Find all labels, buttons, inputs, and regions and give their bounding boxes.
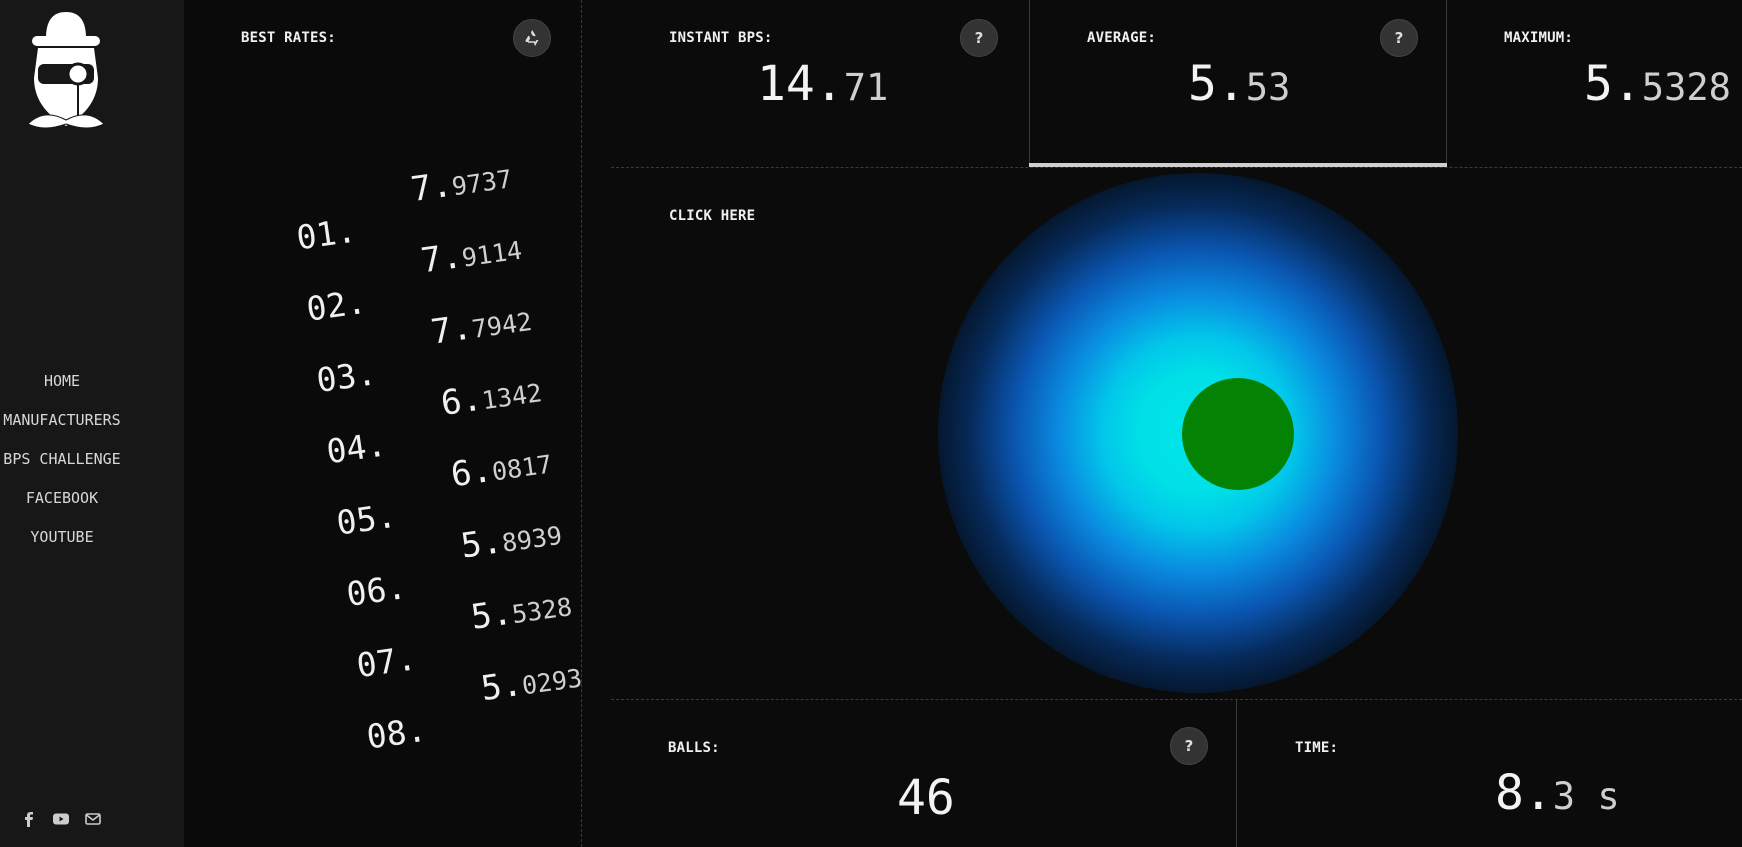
rate-value: 5.0293 [479, 655, 585, 709]
rate-int: 6. [438, 378, 485, 424]
rate-int: 5. [478, 663, 525, 710]
instant-bps-int: 14. [757, 56, 844, 112]
rate-value: 5.5328 [469, 584, 575, 638]
rate-value: 6.1342 [438, 370, 544, 424]
balls-value: 46 [897, 770, 955, 826]
rate-dec: 9737 [450, 164, 514, 202]
rate-dec: 1342 [480, 378, 544, 416]
hat-mustache-logo-icon[interactable] [14, 8, 114, 148]
rate-dec: 9114 [460, 235, 524, 273]
average-box: AVERAGE: ? 5.53 [1029, 0, 1447, 167]
nav-youtube[interactable]: YOUTUBE [0, 528, 124, 567]
rate-dec: 8939 [500, 520, 564, 558]
rate-int: 5. [468, 592, 515, 638]
best-rates-panel: BEST RATES: 01. 7.9737 02. 7.9114 03. 7.7942 0… [184, 0, 584, 847]
average-value: 5.53 [1188, 56, 1290, 112]
rate-dec: 0293 [520, 663, 584, 701]
main-nav: HOME MANUFACTURERS BPS CHALLENGE FACEBOO… [0, 372, 124, 567]
rate-value: 7.7942 [428, 299, 534, 353]
rate-int: 5. [458, 521, 505, 567]
average-help-button[interactable]: ? [1380, 19, 1418, 57]
nav-home[interactable]: HOME [0, 372, 124, 411]
rate-int: 6. [448, 449, 495, 496]
rate-dec: 0817 [490, 449, 554, 487]
time-dec: 3 s [1552, 775, 1620, 818]
click-target-area[interactable]: CLICK HERE [611, 168, 1742, 698]
instant-help-button[interactable]: ? [960, 19, 998, 57]
nav-bps-challenge[interactable]: BPS CHALLENGE [0, 450, 124, 489]
instant-bps-box: INSTANT BPS: ? 14.71 [611, 0, 1029, 167]
rate-int: 7. [418, 236, 465, 282]
time-box: TIME: 8.3 s [1237, 700, 1742, 847]
rate-value: 7.9114 [418, 228, 524, 282]
maximum-box: MAXIMUM: 5.5328 [1447, 0, 1742, 167]
balls-count: 46 [897, 770, 955, 826]
instant-bps-value: 14.71 [757, 56, 888, 112]
rate-value: 5.8939 [458, 513, 564, 567]
instant-bps-label: INSTANT BPS: [669, 30, 773, 46]
nav-manufacturers[interactable]: MANUFACTURERS [0, 411, 124, 450]
rate-value: 6.0817 [448, 442, 554, 496]
average-dec: 53 [1245, 66, 1291, 109]
facebook-icon[interactable] [20, 810, 38, 828]
reset-rates-button[interactable] [513, 19, 551, 57]
mail-icon[interactable] [84, 810, 102, 828]
youtube-icon[interactable] [52, 810, 70, 828]
time-int: 8. [1495, 765, 1553, 821]
instant-bps-dec: 71 [843, 66, 889, 109]
best-rates-list: 01. 7.9737 02. 7.9114 03. 7.7942 04. 6.1342 05. 6… [294, 139, 645, 769]
time-label: TIME: [1295, 740, 1339, 756]
maximum-int: 5. [1584, 56, 1642, 112]
rate-rank: 08. [364, 709, 429, 757]
average-label: AVERAGE: [1087, 30, 1157, 46]
balls-help-button[interactable]: ? [1170, 727, 1208, 765]
rate-int: 7. [428, 307, 475, 353]
balls-label: BALLS: [668, 740, 720, 756]
time-value: 8.3 s [1495, 765, 1620, 821]
target-ball[interactable] [1182, 378, 1294, 490]
maximum-value: 5.5328 [1584, 56, 1731, 112]
rate-int: 7. [408, 164, 455, 211]
nav-facebook[interactable]: FACEBOOK [0, 489, 124, 528]
maximum-label: MAXIMUM: [1504, 30, 1574, 46]
maximum-dec: 5328 [1641, 66, 1731, 109]
click-here-label: CLICK HERE [669, 208, 756, 224]
rate-dec: 7942 [470, 306, 534, 344]
average-int: 5. [1188, 56, 1246, 112]
balls-box: BALLS: ? 46 [611, 700, 1237, 847]
best-rates-label: BEST RATES: [241, 30, 336, 46]
rate-dec: 5328 [510, 592, 574, 630]
sidebar: HOME MANUFACTURERS BPS CHALLENGE FACEBOO… [0, 0, 184, 847]
social-links [20, 810, 102, 828]
rate-value: 7.9737 [408, 156, 514, 210]
recycle-icon [525, 30, 539, 46]
